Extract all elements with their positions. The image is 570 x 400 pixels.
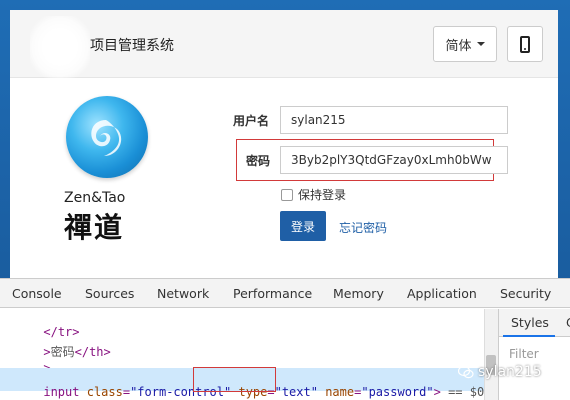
- selected-node-marker: == $0: [448, 385, 485, 399]
- watermark-text: sylan215: [478, 364, 542, 380]
- password-input[interactable]: 3Byb2plY3QtdGFzay0xLmh0bWw: [280, 146, 508, 174]
- wechat-icon: [458, 365, 474, 379]
- panel-header: 项目管理系统 简体: [10, 10, 558, 78]
- mobile-view-button[interactable]: [507, 26, 543, 62]
- tab-memory[interactable]: Memory: [333, 286, 384, 301]
- language-dropdown[interactable]: 简体: [433, 26, 497, 62]
- forgot-password-link[interactable]: 忘记密码: [339, 219, 387, 236]
- code-line[interactable]: >: [0, 347, 50, 375]
- remember-label: 保持登录: [298, 188, 347, 202]
- tab-security[interactable]: Security: [500, 286, 551, 301]
- remember-checkbox[interactable]: [281, 188, 293, 201]
- styles-pane: Styles C Filter: [498, 309, 570, 400]
- username-label: 用户名: [233, 114, 270, 128]
- tab-styles[interactable]: Styles: [511, 315, 549, 330]
- logo-swirl-icon: [91, 120, 122, 156]
- logo-english-text: Zen&Tao: [64, 190, 126, 206]
- remember-me[interactable]: 保持登录: [281, 186, 346, 203]
- elements-tree: </tr> >密码</th> > input class="form-contr…: [0, 309, 498, 400]
- brand-logo-blurred: [30, 16, 90, 78]
- watermark: sylan215: [458, 364, 542, 380]
- password-label: 密码: [246, 154, 271, 168]
- code-line[interactable]: >密码</th>: [0, 329, 110, 359]
- tab-network[interactable]: Network: [157, 286, 209, 301]
- code-line[interactable]: d>: [0, 391, 58, 400]
- login-button[interactable]: 登录: [280, 211, 326, 241]
- tab-console[interactable]: Console: [12, 286, 62, 301]
- tab-application[interactable]: Application: [407, 286, 477, 301]
- username-input[interactable]: sylan215: [280, 106, 508, 134]
- logo-chinese-text: 禪道: [64, 211, 125, 244]
- devtools-panel: Console Sources Network Performance Memo…: [0, 278, 570, 400]
- mobile-phone-icon: [520, 35, 530, 53]
- language-label: 简体: [445, 38, 472, 54]
- styles-tabbar: Styles C: [499, 309, 570, 337]
- tab-sources[interactable]: Sources: [85, 286, 134, 301]
- code-line[interactable]: </tr>: [0, 311, 79, 339]
- caret-down-icon: [476, 42, 485, 46]
- devtools-tabbar: Console Sources Network Performance Memo…: [0, 279, 570, 308]
- styles-filter-input[interactable]: Filter: [509, 347, 539, 361]
- app-title: 项目管理系统: [90, 38, 174, 54]
- tab-performance[interactable]: Performance: [233, 286, 312, 301]
- tab-computed[interactable]: C: [566, 315, 570, 330]
- active-tab-indicator: [503, 335, 555, 337]
- type-text-highlight: [193, 367, 276, 392]
